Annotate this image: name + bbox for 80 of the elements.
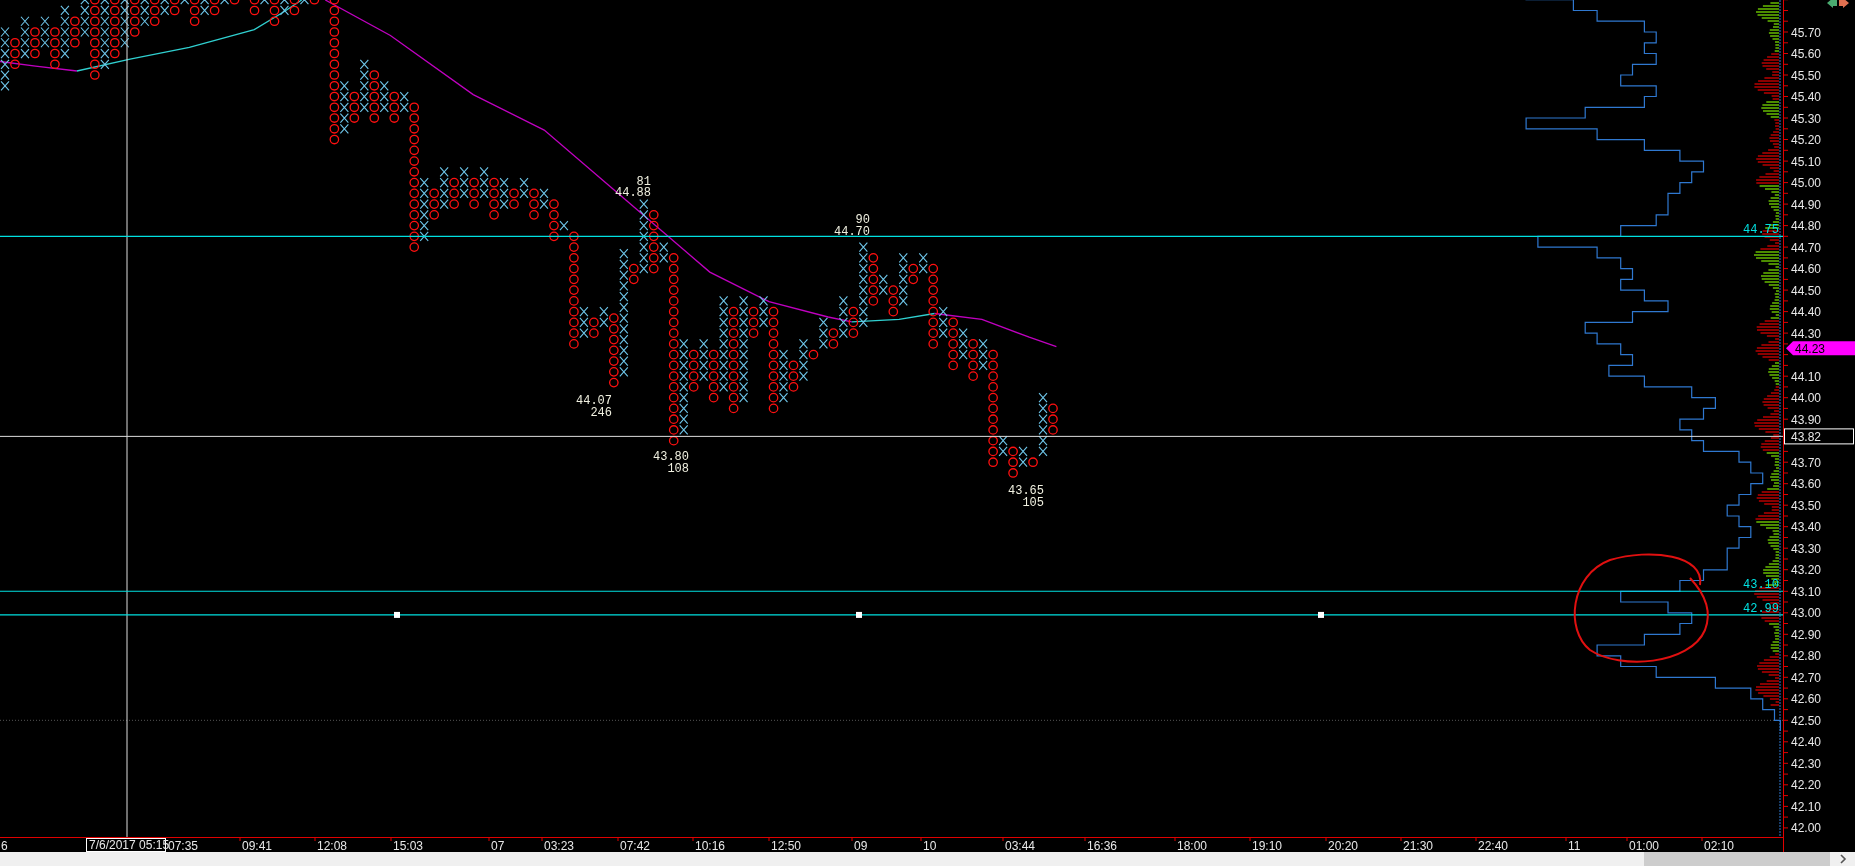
time-label: 09:41: [242, 839, 273, 852]
price-label: 43.00: [1791, 606, 1822, 621]
time-label: 10: [923, 839, 937, 852]
time-label: 12:50: [771, 839, 802, 852]
line-handle[interactable]: [394, 611, 400, 618]
price-label: 44.40: [1791, 305, 1822, 320]
time-label: 07:35: [168, 839, 199, 852]
level-label: 42.99: [1743, 601, 1779, 616]
price-label: 43.90: [1791, 412, 1822, 427]
left-right-arrows-icon[interactable]: [1827, 0, 1849, 8]
price-label: 43.20: [1791, 563, 1822, 578]
price-label: 42.40: [1791, 735, 1822, 750]
price-label: 44.90: [1791, 197, 1822, 212]
level-line[interactable]: [0, 590, 1783, 592]
price-label: 45.00: [1791, 176, 1822, 191]
price-label: 45.40: [1791, 90, 1822, 105]
pivot-label: 246: [590, 406, 612, 420]
line-handle[interactable]: [856, 611, 862, 618]
time-label: 22:40: [1478, 839, 1509, 852]
time-label: 19:10: [1252, 839, 1283, 852]
price-label: 42.90: [1791, 627, 1822, 642]
time-label: 01:00: [1629, 839, 1660, 852]
pivot-label: 105: [1022, 496, 1044, 510]
scrollbar-thumb[interactable]: [1644, 852, 1830, 866]
price-label: 43.70: [1791, 455, 1822, 470]
time-label: 02:10: [1704, 839, 1735, 852]
price-label: 44.00: [1791, 391, 1822, 406]
price-label: 44.70: [1791, 240, 1822, 255]
time-label: 21:30: [1403, 839, 1434, 852]
time-label: 6: [1, 839, 8, 852]
price-label: 42.00: [1791, 821, 1822, 836]
price-label: 42.30: [1791, 756, 1822, 771]
time-label: 11: [1568, 839, 1581, 852]
price-label: 45.60: [1791, 47, 1822, 61]
price-label: 42.20: [1791, 778, 1822, 793]
time-label: 16:36: [1087, 839, 1118, 852]
pivot-label: 44.07: [576, 394, 612, 408]
last-price-tag: 44.23: [1786, 341, 1855, 356]
pivot-label: 90: [855, 213, 870, 227]
price-label: 45.20: [1791, 133, 1822, 148]
level-label: 44.75: [1743, 223, 1779, 238]
time-label: 20:20: [1328, 839, 1359, 852]
time-label: 10:16: [695, 839, 726, 852]
level-line[interactable]: [0, 235, 1783, 237]
pivot-label: 43.65: [1008, 484, 1044, 498]
time-label: 03:44: [1005, 839, 1036, 852]
time-label: 15:03: [393, 839, 424, 852]
price-label: 43.50: [1791, 498, 1822, 513]
price-label: 42.60: [1791, 692, 1822, 707]
time-label: 03:23: [544, 839, 575, 852]
time-label: 12:08: [317, 839, 348, 852]
pivot-label: 108: [667, 462, 689, 476]
scroll-right-icon[interactable]: [1838, 854, 1847, 864]
price-label: 44.10: [1791, 369, 1822, 384]
price-label: 43.10: [1791, 584, 1822, 599]
price-label: 43.40: [1791, 520, 1822, 535]
time-label: 09: [854, 839, 868, 852]
horizontal-scrollbar[interactable]: [0, 852, 1855, 866]
price-label: 42.70: [1791, 670, 1822, 685]
price-label: 44.50: [1791, 283, 1822, 298]
price-label: 45.70: [1791, 25, 1822, 40]
price-label: 44.60: [1791, 262, 1822, 277]
price-label: 45.50: [1791, 68, 1822, 83]
pivot-label: 43.80: [653, 450, 689, 464]
line-handle[interactable]: [1318, 611, 1324, 618]
crosshair-price-label: 43.82: [1784, 428, 1854, 445]
price-label: 45.30: [1791, 111, 1822, 126]
time-label: 07:42: [620, 839, 651, 852]
price-label: 44.30: [1791, 326, 1822, 341]
pivot-label: 44.70: [834, 225, 870, 239]
price-label: 42.10: [1791, 799, 1822, 814]
price-label: 42.50: [1791, 713, 1822, 728]
time-label: 18:00: [1177, 839, 1208, 852]
price-label: 42.80: [1791, 649, 1822, 664]
price-label: 43.30: [1791, 541, 1822, 556]
price-label: 43.60: [1791, 477, 1822, 492]
level-label: 43.10: [1743, 578, 1779, 593]
time-label: 07: [491, 839, 505, 852]
price-label: 44.80: [1791, 219, 1822, 234]
price-label: 45.10: [1791, 154, 1822, 169]
